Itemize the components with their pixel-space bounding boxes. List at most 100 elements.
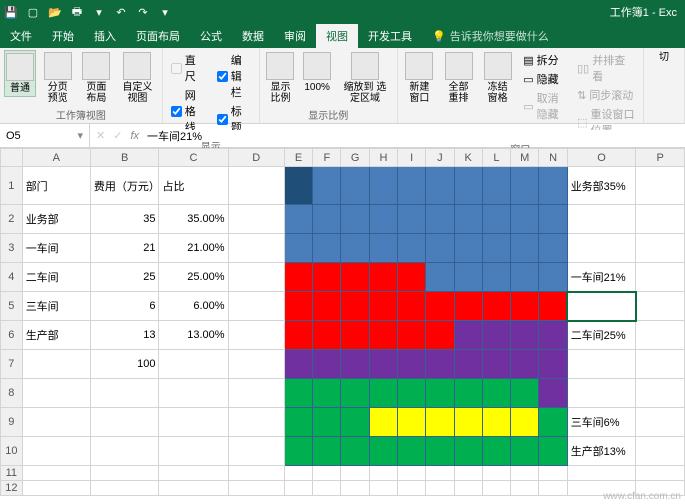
col-header-M[interactable]: M: [511, 149, 539, 167]
cell-N2[interactable]: [539, 205, 567, 234]
cell-E10[interactable]: [284, 437, 312, 466]
cell-D1[interactable]: [228, 167, 284, 205]
zoom-button[interactable]: 显示比例: [264, 50, 297, 106]
cell-M7[interactable]: [511, 350, 539, 379]
row-header-6[interactable]: 6: [1, 321, 23, 350]
cell-E4[interactable]: [284, 263, 312, 292]
zoom-selection-button[interactable]: 缩放到 选定区域: [337, 50, 393, 106]
cell-N4[interactable]: [539, 263, 567, 292]
cell-N7[interactable]: [539, 350, 567, 379]
freeze-panes-button[interactable]: 冻结窗格: [480, 50, 515, 106]
print-icon[interactable]: 🖶: [70, 5, 84, 19]
cell-K10[interactable]: [454, 437, 482, 466]
redo-icon[interactable]: ↷: [136, 5, 150, 19]
cancel-icon[interactable]: ✕: [96, 129, 105, 142]
fx-icon[interactable]: fx: [130, 130, 139, 142]
touch-icon[interactable]: ▾: [92, 5, 106, 19]
cell-E3[interactable]: [284, 234, 312, 263]
cell-P10[interactable]: [636, 437, 685, 466]
cell-E7[interactable]: [284, 350, 312, 379]
cell-N10[interactable]: [539, 437, 567, 466]
cell-C1[interactable]: 占比: [159, 167, 228, 205]
cell-L2[interactable]: [482, 205, 510, 234]
undo-icon[interactable]: ↶: [114, 5, 128, 19]
cell-I2[interactable]: [398, 205, 426, 234]
cell-E5[interactable]: [284, 292, 312, 321]
tab-review[interactable]: 审阅: [274, 24, 316, 48]
cell-B6[interactable]: 13: [90, 321, 159, 350]
new-window-button[interactable]: 新建窗口: [402, 50, 437, 106]
cell-P1[interactable]: [636, 167, 685, 205]
cell-H9[interactable]: [369, 408, 397, 437]
cell-L1[interactable]: [482, 167, 510, 205]
formula-input[interactable]: [147, 130, 679, 142]
cell-P9[interactable]: [636, 408, 685, 437]
cell-D11[interactable]: [228, 466, 284, 481]
cell-B5[interactable]: 6: [90, 292, 159, 321]
cell-E2[interactable]: [284, 205, 312, 234]
cell-M1[interactable]: [511, 167, 539, 205]
cell-G12[interactable]: [341, 481, 369, 496]
cell-H7[interactable]: [369, 350, 397, 379]
cell-O3[interactable]: [567, 234, 636, 263]
cell-B7[interactable]: 100: [90, 350, 159, 379]
cell-O5[interactable]: [567, 292, 636, 321]
tab-formulas[interactable]: 公式: [190, 24, 232, 48]
cell-N3[interactable]: [539, 234, 567, 263]
cell-G6[interactable]: [341, 321, 369, 350]
cell-B8[interactable]: [90, 379, 159, 408]
cell-A8[interactable]: [22, 379, 90, 408]
cell-C9[interactable]: [159, 408, 228, 437]
cell-M6[interactable]: [511, 321, 539, 350]
cell-F6[interactable]: [313, 321, 341, 350]
cell-A9[interactable]: [22, 408, 90, 437]
cell-M9[interactable]: [511, 408, 539, 437]
cell-J6[interactable]: [426, 321, 454, 350]
open-icon[interactable]: 📂: [48, 5, 62, 19]
cell-J7[interactable]: [426, 350, 454, 379]
cell-A12[interactable]: [22, 481, 90, 496]
cell-E1[interactable]: [284, 167, 312, 205]
cell-M5[interactable]: [511, 292, 539, 321]
split-button[interactable]: ▤拆分: [523, 52, 565, 68]
cell-N9[interactable]: [539, 408, 567, 437]
name-box-input[interactable]: [6, 130, 66, 142]
cell-M11[interactable]: [511, 466, 539, 481]
name-box-dropdown-icon[interactable]: ▾: [77, 129, 83, 142]
cell-O8[interactable]: [567, 379, 636, 408]
cell-I7[interactable]: [398, 350, 426, 379]
cell-A2[interactable]: 业务部: [22, 205, 90, 234]
row-header-1[interactable]: 1: [1, 167, 23, 205]
cell-O2[interactable]: [567, 205, 636, 234]
cell-L9[interactable]: [482, 408, 510, 437]
row-header-12[interactable]: 12: [1, 481, 23, 496]
tell-me[interactable]: 💡 告诉我你想要做什么: [422, 24, 559, 48]
cell-M10[interactable]: [511, 437, 539, 466]
custom-view-button[interactable]: 自定义视图: [117, 50, 158, 106]
cell-H8[interactable]: [369, 379, 397, 408]
cell-H10[interactable]: [369, 437, 397, 466]
cell-A4[interactable]: 二车间: [22, 263, 90, 292]
cell-D7[interactable]: [228, 350, 284, 379]
cell-O1[interactable]: 业务部35%: [567, 167, 636, 205]
cell-P8[interactable]: [636, 379, 685, 408]
col-header-B[interactable]: B: [90, 149, 159, 167]
page-layout-button[interactable]: 页面布局: [80, 50, 114, 106]
col-header-G[interactable]: G: [341, 149, 369, 167]
cell-O7[interactable]: [567, 350, 636, 379]
cell-F3[interactable]: [313, 234, 341, 263]
cell-A10[interactable]: [22, 437, 90, 466]
switch-windows-button[interactable]: 切: [648, 50, 680, 65]
cell-C10[interactable]: [159, 437, 228, 466]
cell-F4[interactable]: [313, 263, 341, 292]
cell-J3[interactable]: [426, 234, 454, 263]
cell-P7[interactable]: [636, 350, 685, 379]
cell-L8[interactable]: [482, 379, 510, 408]
row-header-7[interactable]: 7: [1, 350, 23, 379]
cell-E9[interactable]: [284, 408, 312, 437]
cell-D4[interactable]: [228, 263, 284, 292]
cell-J4[interactable]: [426, 263, 454, 292]
cell-K4[interactable]: [454, 263, 482, 292]
cell-O10[interactable]: 生产部13%: [567, 437, 636, 466]
tab-data[interactable]: 数据: [232, 24, 274, 48]
